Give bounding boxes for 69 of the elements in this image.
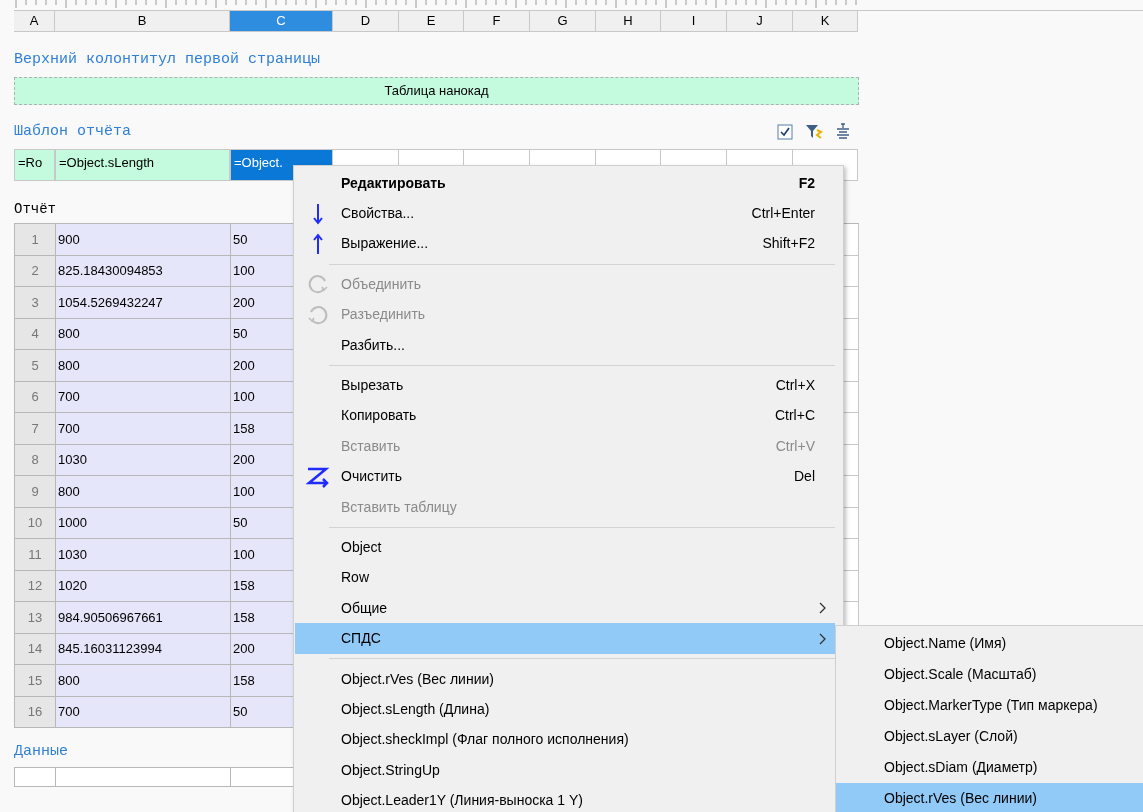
row-number: 4: [15, 318, 56, 350]
row-number: 10: [15, 507, 56, 539]
down-arrow-icon: [313, 202, 323, 225]
chevron-right-icon: [819, 602, 827, 615]
section-title: Верхний колонтитул первой страницы: [14, 51, 321, 69]
column-header[interactable]: K: [793, 11, 858, 32]
menu-item[interactable]: Object.rVes (Вес линии): [836, 783, 1143, 812]
z-arrow-icon: [306, 465, 330, 488]
row-number: 15: [15, 665, 56, 697]
column-header[interactable]: C: [230, 11, 333, 32]
column-header[interactable]: G: [530, 11, 596, 32]
row-number: 11: [15, 539, 56, 571]
table-cell: 700: [56, 696, 231, 728]
menu-item[interactable]: Object.Leader1Y (Линия-выноска 1 Y): [295, 785, 835, 812]
menu-item[interactable]: Object.StringUp: [295, 755, 835, 786]
chevron-right-icon: [819, 632, 827, 645]
column-header[interactable]: H: [596, 11, 661, 32]
section-title: Шаблон отчёта: [14, 123, 132, 141]
table-cell: 825.18430094853: [56, 255, 231, 287]
template-cell[interactable]: =Ro: [14, 149, 55, 181]
table-cell: 800: [56, 476, 231, 508]
row-number: 9: [15, 476, 56, 508]
align-icon[interactable]: [835, 123, 851, 141]
menu-item[interactable]: Object.Name (Имя): [836, 628, 1143, 659]
row-number: 3: [15, 287, 56, 319]
table-cell: 800: [56, 350, 231, 382]
row-number: 7: [15, 413, 56, 445]
column-header[interactable]: F: [464, 11, 530, 32]
table-cell: 800: [56, 665, 231, 697]
template-cell[interactable]: =Object.sLength: [55, 149, 230, 181]
row-number: 8: [15, 444, 56, 476]
circular-arrow-icon: [307, 273, 329, 296]
menu-item[interactable]: Object.MarkerType (Тип маркера): [836, 690, 1143, 721]
table-cell: 700: [56, 413, 231, 445]
row-number: 1: [15, 224, 56, 256]
header-band: Таблица нанокад: [14, 77, 859, 105]
table-cell: 1030: [56, 444, 231, 476]
checkbox-icon[interactable]: [777, 124, 793, 140]
table-cell: 1054.5269432247: [56, 287, 231, 319]
section-title: Отчёт: [14, 200, 56, 218]
column-header[interactable]: I: [661, 11, 727, 32]
table-cell: 800: [56, 318, 231, 350]
table-cell: 1030: [56, 539, 231, 571]
column-header[interactable]: D: [333, 11, 399, 32]
row-number: 14: [15, 633, 56, 665]
column-header[interactable]: E: [399, 11, 464, 32]
circular-arrow-icon: [307, 303, 329, 326]
table-cell: 900: [56, 224, 231, 256]
row-number: 5: [15, 350, 56, 382]
table-cell: 1020: [56, 570, 231, 602]
menu-item[interactable]: Object.sDiam (Диаметр): [836, 752, 1143, 783]
up-arrow-icon: [313, 232, 323, 255]
table-cell: 1000: [56, 507, 231, 539]
column-header[interactable]: A: [14, 11, 55, 32]
column-header[interactable]: J: [727, 11, 793, 32]
table-cell: 984.90506967661: [56, 602, 231, 634]
section-title: Данные: [14, 743, 68, 761]
row-number: 2: [15, 255, 56, 287]
menu-item[interactable]: СПДС: [295, 623, 835, 654]
row-number: 13: [15, 602, 56, 634]
menu-item[interactable]: Object.Scale (Масштаб): [836, 659, 1143, 690]
table-cell: 845.16031123994: [56, 633, 231, 665]
filter-icon[interactable]: [805, 123, 823, 141]
column-header[interactable]: B: [55, 11, 230, 32]
table-cell: 700: [56, 381, 231, 413]
menu-item[interactable]: Object.sLayer (Слой): [836, 721, 1143, 752]
row-number: 6: [15, 381, 56, 413]
row-number: 16: [15, 696, 56, 728]
row-number: 12: [15, 570, 56, 602]
